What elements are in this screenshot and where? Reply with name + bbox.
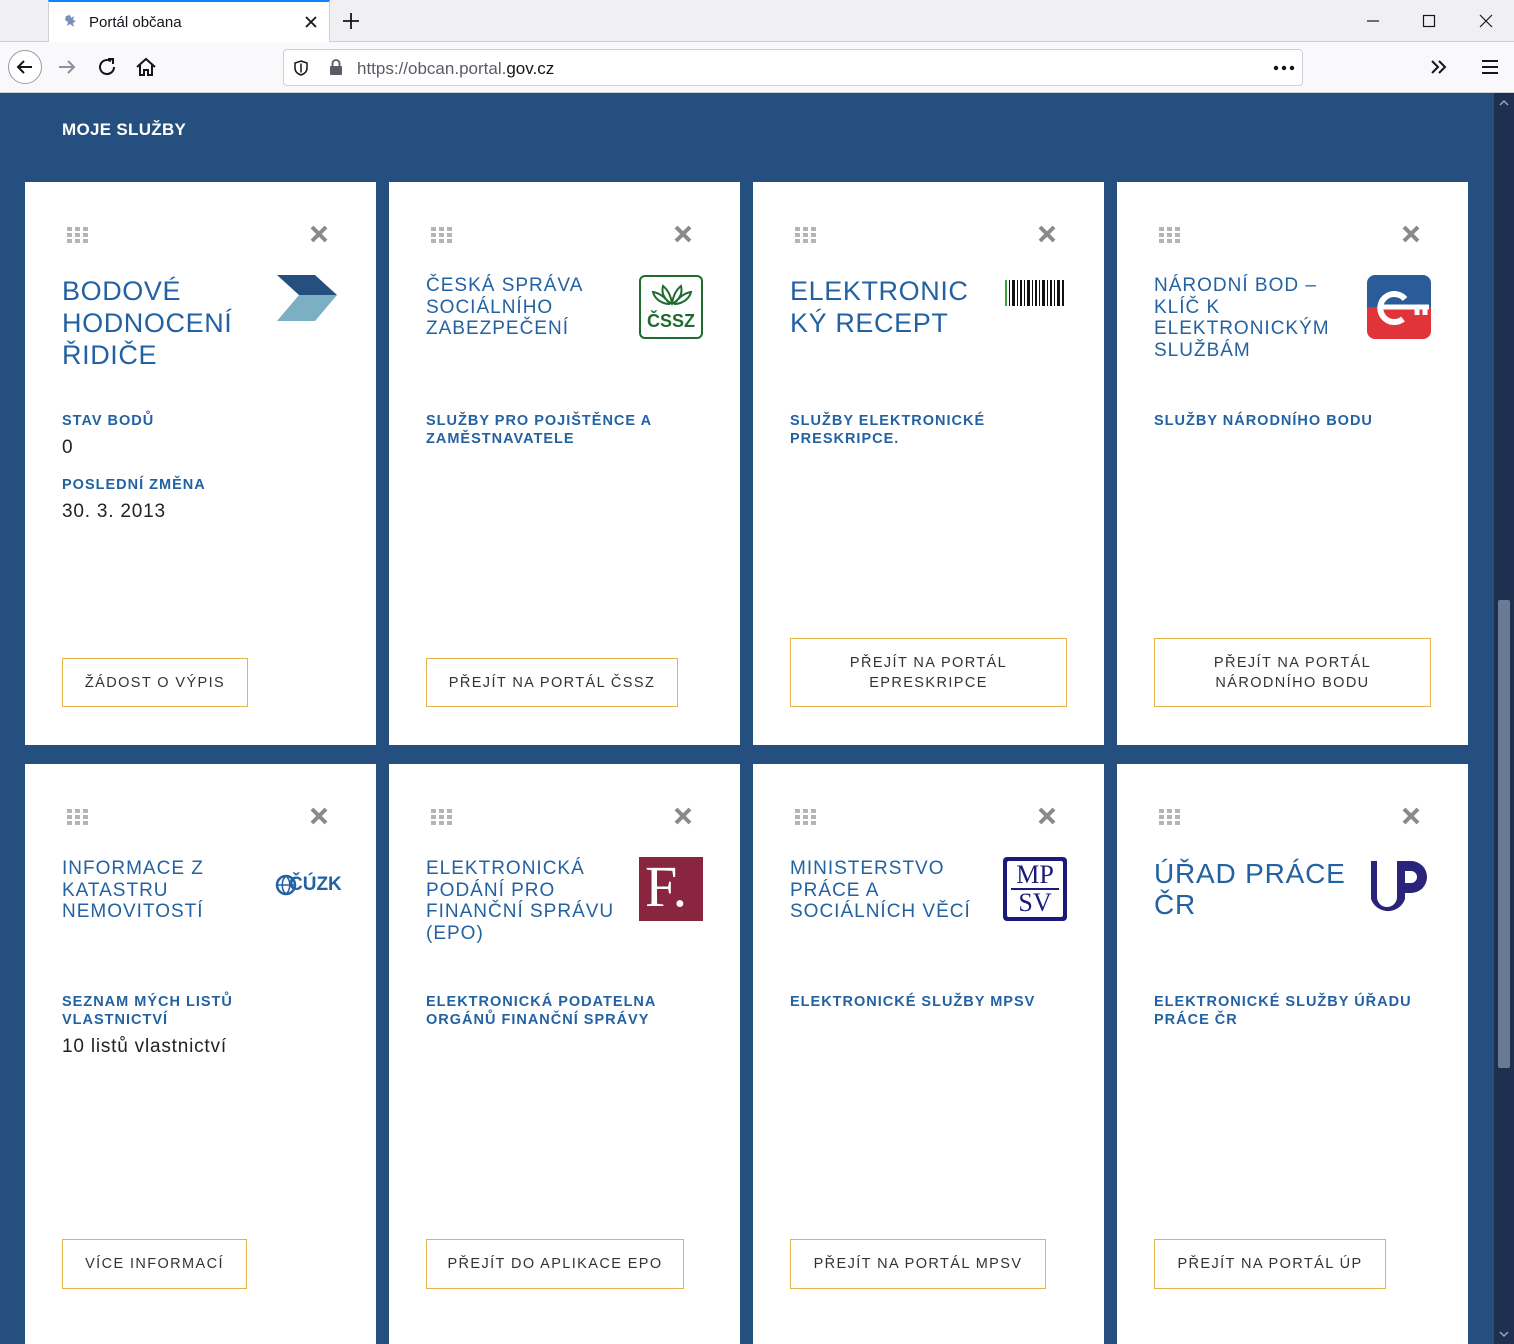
url-bar[interactable]: https://obcan.portal.gov.cz (283, 49, 1303, 86)
more-info-button[interactable]: VÍCE INFORMACÍ (62, 1239, 247, 1289)
remove-card-icon[interactable] (1401, 224, 1421, 244)
card-title: NÁRODNÍ BOD – KLÍČ K ELEKTRONICKÝM SLUŽB… (1154, 275, 1330, 361)
window-close-icon[interactable] (1477, 12, 1495, 30)
chevron-double-right-icon[interactable] (1427, 55, 1451, 79)
card-title: MINISTERSTVO PRÁCE A SOCIÁLNÍCH VĚCÍ (790, 858, 971, 922)
reload-icon[interactable] (95, 55, 119, 79)
scroll-up-icon[interactable] (1498, 97, 1510, 109)
drag-handle-icon[interactable] (431, 809, 453, 825)
points-label: STAV BODŮ (62, 413, 155, 429)
scroll-down-icon[interactable] (1498, 1328, 1510, 1340)
card-subtitle: ELEKTRONICKÉ SLUŽBY ÚŘADU PRÁCE ČR (1154, 994, 1412, 1028)
card-subtitle: ELEKTRONICKÉ SLUŽBY MPSV (790, 994, 1036, 1010)
browser-tab[interactable]: Portál občana (48, 0, 330, 42)
cssz-logo-icon: ČSSZ (639, 275, 703, 339)
go-to-national-point-button[interactable]: PŘEJÍT NA PORTÁL NÁRODNÍHO BODU (1154, 638, 1431, 707)
financial-administration-logo-icon: F. (639, 854, 703, 921)
card-title: INFORMACE Z KATASTRU NEMOVITOSTÍ (62, 858, 204, 922)
card-subtitle: SEZNAM MÝCH LISTŮ VLASTNICTVÍ (62, 994, 233, 1028)
tab-title: Portál občana (89, 14, 182, 31)
close-tab-icon[interactable] (301, 12, 321, 32)
labour-office-logo-icon (1371, 861, 1427, 912)
cuzk-logo-text: ČÚZK (289, 874, 342, 895)
drag-handle-icon[interactable] (431, 227, 453, 243)
drag-handle-icon[interactable] (1159, 227, 1181, 243)
last-change-label: POSLEDNÍ ZMĚNA (62, 477, 206, 493)
remove-card-icon[interactable] (673, 224, 693, 244)
card-title: ČESKÁ SPRÁVA SOCIÁLNÍHO ZABEZPEČENÍ (426, 275, 583, 339)
mpsv-logo-icon: MP SV (1003, 857, 1067, 921)
go-to-epo-button[interactable]: PŘEJÍT DO APLIKACE EPO (426, 1239, 684, 1289)
arrow-left-icon (16, 60, 32, 74)
remove-card-icon[interactable] (673, 806, 693, 826)
service-card-mpsv: MINISTERSTVO PRÁCE A SOCIÁLNÍCH VĚCÍ MP … (753, 764, 1104, 1344)
card-title: ÚŘAD PRÁCE ČR (1154, 858, 1346, 920)
service-card-cadastre: INFORMACE Z KATASTRU NEMOVITOSTÍ ČÚZK SE… (25, 764, 376, 1344)
card-subtitle: SLUŽBY ELEKTRONICKÉ PRESKRIPCE. (790, 413, 986, 447)
card-subtitle: SLUŽBY PRO POJIŠTĚNCE A ZAMĚSTNAVATELE (426, 413, 652, 447)
drag-handle-icon[interactable] (795, 227, 817, 243)
lock-icon[interactable] (327, 58, 345, 76)
forward-icon[interactable] (55, 55, 79, 79)
tracking-shield-icon[interactable] (292, 59, 310, 77)
go-to-epreskripce-button[interactable]: PŘEJÍT NA PORTÁL EPRESKRIPCE (790, 638, 1067, 707)
ownership-count: 10 listů vlastnictví (62, 1036, 227, 1057)
page-scrollbar[interactable] (1494, 93, 1514, 1344)
go-to-mpsv-button[interactable]: PŘEJÍT NA PORTÁL MPSV (790, 1239, 1046, 1289)
card-title: ELEKTRONICKÝ RECEPT (790, 276, 969, 338)
points-value: 0 (62, 437, 74, 458)
last-change-value: 30. 3. 2013 (62, 501, 166, 522)
service-card-epo: ELEKTRONICKÁ PODÁNÍ PRO FINANČNÍ SPRÁVU … (389, 764, 740, 1344)
page-actions-icon[interactable] (1272, 65, 1296, 71)
section-title: MOJE SLUŽBY (62, 120, 187, 139)
drag-handle-icon[interactable] (67, 809, 89, 825)
remove-card-icon[interactable] (309, 806, 329, 826)
minimize-icon[interactable] (1364, 12, 1382, 30)
new-tab-icon[interactable] (340, 10, 362, 32)
home-icon[interactable] (134, 55, 158, 79)
card-subtitle: ELEKTRONICKÁ PODATELNA ORGÁNŮ FINANČNÍ S… (426, 994, 656, 1028)
driver-points-logo-icon (277, 275, 337, 321)
card-title: ELEKTRONICKÁ PODÁNÍ PRO FINANČNÍ SPRÁVU … (426, 858, 615, 944)
lion-favicon-icon (65, 15, 76, 27)
hamburger-menu-icon[interactable] (1478, 55, 1502, 79)
remove-card-icon[interactable] (1401, 806, 1421, 826)
service-card-driver-points: BODOVÉ HODNOCENÍ ŘIDIČE STAV BODŮ 0 POSL… (25, 182, 376, 745)
mpsv-logo-line2: SV (1018, 888, 1052, 917)
drag-handle-icon[interactable] (67, 227, 89, 243)
remove-card-icon[interactable] (1037, 224, 1057, 244)
card-title: BODOVÉ HODNOCENÍ ŘIDIČE (62, 276, 233, 370)
service-card-erecept: ELEKTRONICKÝ RECEPT SLUŽBY ELEKTRONICKÉ … (753, 182, 1104, 745)
mpsv-logo-line1: MP (1016, 860, 1054, 889)
page-content: MOJE SLUŽBY BODOVÉ HODNOCENÍ ŘIDIČE STAV… (0, 93, 1494, 1344)
request-extract-button[interactable]: ŽÁDOST O VÝPIS (62, 658, 248, 707)
service-card-national-point: NÁRODNÍ BOD – KLÍČ K ELEKTRONICKÝM SLUŽB… (1117, 182, 1468, 745)
cssz-logo-text: ČSSZ (646, 311, 695, 331)
go-to-cssz-button[interactable]: PŘEJÍT NA PORTÁL ČSSZ (426, 658, 678, 707)
barcode-logo-icon (1005, 280, 1064, 306)
cuzk-logo-icon: ČÚZK (275, 872, 342, 902)
go-to-up-button[interactable]: PŘEJÍT NA PORTÁL ÚP (1154, 1239, 1386, 1289)
epo-logo-text: F. (645, 854, 688, 919)
drag-handle-icon[interactable] (1159, 809, 1181, 825)
remove-card-icon[interactable] (1037, 806, 1057, 826)
service-card-labour-office: ÚŘAD PRÁCE ČR ELEKTRONICKÉ SLUŽBY ÚŘADU … (1117, 764, 1468, 1344)
card-subtitle: SLUŽBY NÁRODNÍHO BODU (1154, 413, 1373, 429)
remove-card-icon[interactable] (309, 224, 329, 244)
maximize-icon[interactable] (1420, 12, 1438, 30)
drag-handle-icon[interactable] (795, 809, 817, 825)
browser-tab-bar: Portál občana (0, 0, 1514, 42)
service-card-cssz: ČESKÁ SPRÁVA SOCIÁLNÍHO ZABEZPEČENÍ ČSSZ… (389, 182, 740, 745)
national-point-logo-icon (1367, 275, 1431, 339)
back-button[interactable] (8, 50, 42, 84)
browser-nav-bar: https://obcan.portal.gov.cz (0, 42, 1514, 93)
url-text[interactable]: https://obcan.portal.gov.cz (357, 59, 554, 79)
scrollbar-thumb[interactable] (1498, 600, 1510, 1068)
